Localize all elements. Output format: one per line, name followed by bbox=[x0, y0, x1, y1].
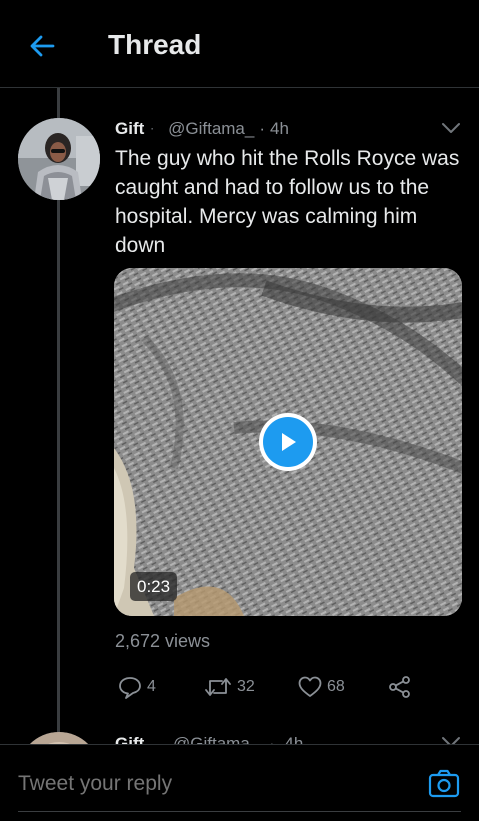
tweet-actions: 4 32 68 bbox=[115, 672, 465, 702]
retweet-count: 32 bbox=[237, 678, 255, 695]
share-icon bbox=[389, 676, 410, 698]
chevron-down-icon bbox=[442, 123, 460, 133]
thread-connector bbox=[57, 200, 60, 732]
share-button[interactable] bbox=[387, 672, 417, 702]
reply-input-underline bbox=[18, 811, 461, 812]
reply-count: 4 bbox=[147, 678, 156, 695]
tweet-meta: Gift ⋅ @Giftama_ · 4h bbox=[115, 118, 289, 140]
reply-button[interactable]: 4 bbox=[117, 672, 156, 702]
retweet-icon bbox=[205, 678, 231, 696]
camera-icon bbox=[428, 769, 460, 798]
arrow-left-icon bbox=[30, 35, 55, 57]
back-button[interactable] bbox=[24, 28, 60, 64]
like-button[interactable]: 68 bbox=[297, 672, 345, 702]
author-handle[interactable]: @Giftama_ bbox=[168, 119, 254, 139]
view-count[interactable]: 2,672 views bbox=[115, 631, 210, 652]
play-button[interactable] bbox=[259, 413, 317, 471]
camera-button[interactable] bbox=[427, 768, 461, 800]
like-count: 68 bbox=[327, 678, 345, 695]
meta-separator: · bbox=[259, 119, 266, 138]
tweet-text: The guy who hit the Rolls Royce was caug… bbox=[115, 147, 460, 257]
video-duration: 0:23 bbox=[130, 572, 178, 601]
tweet-time[interactable]: 4h bbox=[270, 119, 289, 139]
play-icon bbox=[282, 433, 296, 451]
page-title: Thread bbox=[108, 29, 202, 60]
reply-input[interactable] bbox=[18, 768, 408, 800]
author-name[interactable]: Gift bbox=[115, 119, 144, 139]
retweet-button[interactable]: 32 bbox=[203, 672, 255, 702]
top-bar: Thread bbox=[0, 0, 479, 88]
author-badge: ⋅ bbox=[150, 122, 155, 136]
thread-connector-top bbox=[57, 88, 60, 120]
tweet-menu-button[interactable] bbox=[440, 118, 462, 138]
reply-icon bbox=[119, 677, 141, 699]
heart-icon bbox=[298, 676, 322, 697]
avatar[interactable] bbox=[18, 118, 100, 200]
